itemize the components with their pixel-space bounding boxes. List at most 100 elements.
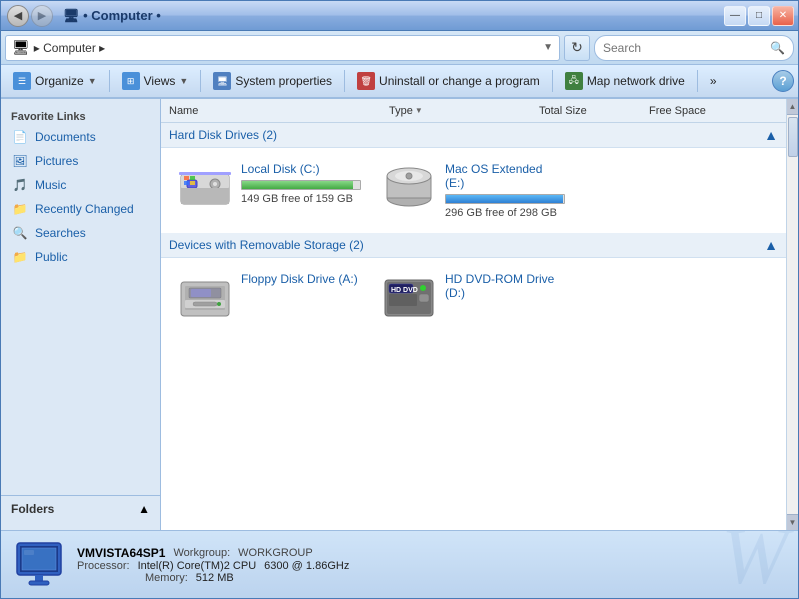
drive-e-bar-fill <box>446 195 563 203</box>
drive-e-free: 296 GB free of 298 GB <box>445 207 565 219</box>
close-button[interactable]: ✕ <box>772 6 794 26</box>
content-area: Favorite Links 📄 Documents 🖼 Pictures 🎵 … <box>1 99 798 530</box>
views-icon: ⊞ <box>122 72 140 90</box>
separator-1 <box>109 70 110 92</box>
address-box[interactable]: 🖥 ▸ Computer ▸ ▼ <box>5 35 560 61</box>
views-button[interactable]: ⊞ Views ▼ <box>114 67 197 95</box>
computer-icon: 🖥 <box>12 39 30 56</box>
drive-d-icon: HD DVD <box>381 272 437 320</box>
pictures-icon: 🖼 <box>11 152 29 170</box>
drive-c-name: Local Disk (C:) <box>241 162 361 176</box>
drive-e-info: Mac OS Extended (E:) 296 GB free of 298 … <box>445 162 565 219</box>
hard-disk-section: Hard Disk Drives (2) ▲ <box>161 123 786 233</box>
type-sort-arrow: ▼ <box>415 106 423 115</box>
drive-c-info: Local Disk (C:) 149 GB free of 159 GB <box>241 162 361 205</box>
scroll-down-button[interactable]: ▼ <box>787 514 799 530</box>
hard-disk-header: Hard Disk Drives (2) ▲ <box>161 123 786 148</box>
removable-drives-grid: Floppy Disk Drive (A:) <box>161 258 786 334</box>
scrollbar[interactable]: ▲ ▼ <box>786 99 798 530</box>
title-bar: ◀ ▶ 🖥 • Computer • — □ ✕ <box>1 1 798 31</box>
window-controls: ◀ ▶ <box>7 5 53 27</box>
system-properties-button[interactable]: 🖥 System properties <box>205 67 340 95</box>
system-icon: 🖥 <box>213 72 231 90</box>
removable-collapse[interactable]: ▲ <box>764 237 778 253</box>
removable-header: Devices with Removable Storage (2) ▲ <box>161 233 786 258</box>
drive-a-info: Floppy Disk Drive (A:) <box>241 272 361 290</box>
col-name[interactable]: Name <box>169 105 389 117</box>
public-icon: 📁 <box>11 248 29 266</box>
status-computer-icon <box>13 539 65 591</box>
documents-icon: 📄 <box>11 128 29 146</box>
maximize-button[interactable]: □ <box>748 6 770 26</box>
scroll-thumb[interactable] <box>788 117 798 157</box>
help-button[interactable]: ? <box>772 70 794 92</box>
removable-section: Devices with Removable Storage (2) ▲ <box>161 233 786 334</box>
drive-d[interactable]: HD DVD HD DVD-ROM Drive (D:) <box>373 266 573 326</box>
title-window-controls: — □ ✕ <box>724 6 794 26</box>
uninstall-button[interactable]: 🗑 Uninstall or change a program <box>349 67 548 95</box>
more-button[interactable]: » <box>702 67 725 95</box>
sidebar-item-public[interactable]: 📁 Public <box>1 245 160 269</box>
recently-changed-icon: 📁 <box>11 200 29 218</box>
music-icon: 🎵 <box>11 176 29 194</box>
uninstall-icon: 🗑 <box>357 72 375 90</box>
drive-c-bar-fill <box>242 181 353 189</box>
organize-icon: ☰ <box>13 72 31 90</box>
favorite-links-title: Favorite Links <box>1 107 160 125</box>
drive-e[interactable]: Mac OS Extended (E:) 296 GB free of 298 … <box>373 156 573 225</box>
drive-d-info: HD DVD-ROM Drive (D:) <box>445 272 565 304</box>
drive-c-bar-bg <box>241 180 361 190</box>
title-bar-left: ◀ ▶ 🖥 • Computer • <box>7 5 161 27</box>
workgroup-value: WORKGROUP <box>238 547 313 559</box>
separator-2 <box>200 70 201 92</box>
search-input[interactable] <box>603 41 766 55</box>
status-info: VMVISTA64SP1 Workgroup: WORKGROUP Proces… <box>77 546 786 584</box>
status-bar: VMVISTA64SP1 Workgroup: WORKGROUP Proces… <box>1 530 798 598</box>
sidebar-item-pictures[interactable]: 🖼 Pictures <box>1 149 160 173</box>
folders-section[interactable]: Folders ▲ <box>1 495 160 522</box>
forward-button[interactable]: ▶ <box>31 5 53 27</box>
drive-a[interactable]: Floppy Disk Drive (A:) <box>169 266 369 326</box>
hard-disk-collapse[interactable]: ▲ <box>764 127 778 143</box>
scroll-up-button[interactable]: ▲ <box>787 99 799 115</box>
refresh-button[interactable]: ↻ <box>564 35 590 61</box>
sidebar-item-recently-changed[interactable]: 📁 Recently Changed <box>1 197 160 221</box>
status-line-2: Processor: Intel(R) Core(TM)2 CPU 6300 @… <box>77 560 786 572</box>
sidebar-item-searches[interactable]: 🔍 Searches <box>1 221 160 245</box>
processor-speed: 6300 @ 1.86GHz <box>264 560 349 572</box>
memory-value: 512 MB <box>196 572 234 584</box>
search-box[interactable]: 🔍 <box>594 35 794 61</box>
back-button[interactable]: ◀ <box>7 5 29 27</box>
status-line-1: VMVISTA64SP1 Workgroup: WORKGROUP <box>77 546 786 560</box>
computer-name: VMVISTA64SP1 <box>77 546 165 560</box>
map-drive-button[interactable]: 🖧 Map network drive <box>557 67 693 95</box>
breadcrumb: 🖥 • Computer • <box>63 8 161 24</box>
memory-label: Memory: <box>145 572 188 584</box>
drive-c[interactable]: Local Disk (C:) 149 GB free of 159 GB <box>169 156 369 225</box>
col-free-space[interactable]: Free Space <box>649 105 778 117</box>
sidebar-item-music[interactable]: 🎵 Music <box>1 173 160 197</box>
scroll-track <box>787 115 799 514</box>
organize-dropdown-arrow: ▼ <box>88 76 97 86</box>
minimize-button[interactable]: — <box>724 6 746 26</box>
drive-d-name: HD DVD-ROM Drive (D:) <box>445 272 565 300</box>
organize-button[interactable]: ☰ Organize ▼ <box>5 67 105 95</box>
address-dropdown[interactable]: ▼ <box>543 42 553 53</box>
separator-4 <box>552 70 553 92</box>
searches-icon: 🔍 <box>11 224 29 242</box>
hard-disk-drives-grid: Local Disk (C:) 149 GB free of 159 GB <box>161 148 786 233</box>
search-icon[interactable]: 🔍 <box>770 41 785 55</box>
file-list: Name Type ▼ Total Size Free Space Hard D… <box>161 99 786 530</box>
address-text: ▸ Computer ▸ <box>34 41 539 55</box>
drive-c-free: 149 GB free of 159 GB <box>241 193 361 205</box>
col-total-size[interactable]: Total Size <box>539 105 649 117</box>
map-drive-icon: 🖧 <box>565 72 583 90</box>
status-line-3: Memory: 512 MB <box>77 572 786 584</box>
sidebar: Favorite Links 📄 Documents 🖼 Pictures 🎵 … <box>1 99 161 530</box>
col-type[interactable]: Type ▼ <box>389 105 539 117</box>
sidebar-spacer <box>1 269 160 495</box>
removable-title: Devices with Removable Storage (2) <box>169 238 364 252</box>
drive-e-name: Mac OS Extended (E:) <box>445 162 565 190</box>
processor-label: Processor: <box>77 560 130 572</box>
sidebar-item-documents[interactable]: 📄 Documents <box>1 125 160 149</box>
